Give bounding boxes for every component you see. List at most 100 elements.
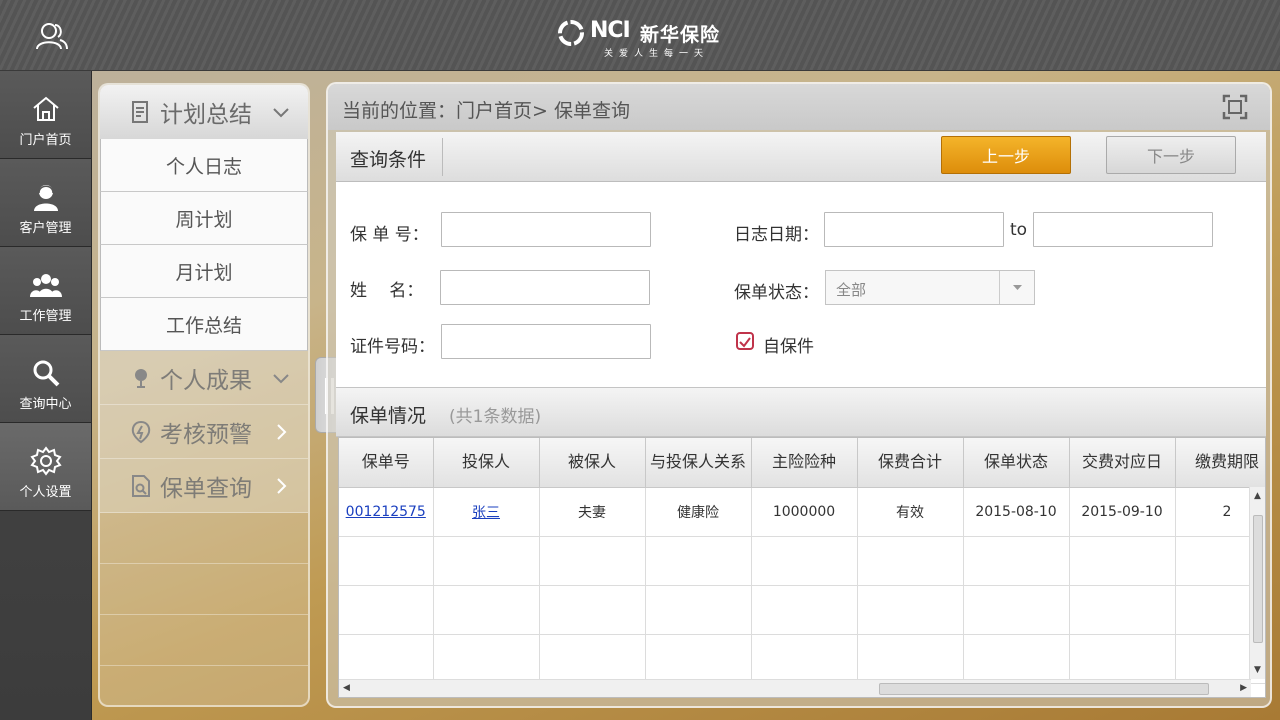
main-nav: 门户首页 客户管理 工作管理 查询中心 个人设置 <box>0 71 92 720</box>
result-table: 保单号 投保人 被保人 与投保人关系 主险险种 保费合计 保单状态 交费对应日 … <box>338 437 1266 698</box>
table-row <box>339 585 1265 635</box>
policy-no-link[interactable]: 001212575 <box>346 504 426 520</box>
result-count: (共1条数据) <box>449 407 542 427</box>
nav-item-work[interactable]: 工作管理 <box>0 247 91 335</box>
search-icon <box>33 360 60 387</box>
team-icon <box>30 274 62 297</box>
subnav-item-work-summary[interactable]: 工作总结 <box>100 298 308 351</box>
table-row[interactable]: 001212575 张三 夫妻 健康险 1000000 有效 2015-08-1… <box>339 487 1265 537</box>
subnav-section-label: 考核预警 <box>160 421 252 448</box>
nav-item-customer[interactable]: 客户管理 <box>0 159 91 247</box>
table-cell: 有效 <box>857 487 964 537</box>
result-title: 保单情况 <box>350 405 427 427</box>
column-header[interactable]: 保单号 <box>339 438 434 488</box>
trophy-icon <box>135 368 147 388</box>
name-input[interactable] <box>440 270 650 305</box>
self-policy-label: 自保件 <box>763 337 814 357</box>
subnav-empty-slot <box>100 615 308 666</box>
subnav-section-label: 个人成果 <box>160 367 252 394</box>
document-icon <box>132 101 148 123</box>
column-header[interactable]: 保费合计 <box>857 438 964 488</box>
breadcrumb: 当前的位置：门户首页> 保单查询 <box>342 100 630 122</box>
gear-icon <box>30 446 62 476</box>
next-step-button[interactable]: 下一步 <box>1106 136 1236 174</box>
horizontal-scrollbar[interactable]: ◀ ▶ <box>339 679 1251 697</box>
column-header[interactable]: 缴费期限 <box>1175 438 1265 488</box>
table-cell: 001212575 <box>339 487 434 537</box>
user-icon[interactable] <box>36 22 68 50</box>
query-title: 查询条件 <box>350 149 427 171</box>
table-cell: 1000000 <box>751 487 858 537</box>
prev-step-button[interactable]: 上一步 <box>941 136 1071 174</box>
applicant-link[interactable]: 张三 <box>472 505 500 521</box>
customer-icon <box>34 185 58 211</box>
nav-item-query[interactable]: 查询中心 <box>0 335 91 423</box>
table-row <box>339 634 1265 684</box>
status-label: 保单状态： <box>734 283 819 303</box>
top-bar: NCI 新华保险 关爱人生每一天 <box>0 0 1280 71</box>
doc-search-icon <box>132 474 150 497</box>
status-select-value: 全部 <box>836 281 867 299</box>
subnav-item-weekly-plan[interactable]: 周计划 <box>100 192 308 245</box>
table-header-row: 保单号 投保人 被保人 与投保人关系 主险险种 保费合计 保单状态 交费对应日 … <box>339 438 1265 488</box>
table-cell: 张三 <box>433 487 540 537</box>
query-header: 查询条件 上一步 下一步 <box>336 132 1266 182</box>
scroll-left-arrow[interactable]: ◀ <box>343 683 350 693</box>
fullscreen-icon[interactable] <box>1222 94 1248 120</box>
subnav-section-plan[interactable]: 计划总结 <box>100 85 308 139</box>
logo-mark: NCI <box>590 18 631 43</box>
table-cell: 健康险 <box>645 487 752 537</box>
column-header[interactable]: 交费对应日 <box>1069 438 1176 488</box>
subnav-item-monthly-plan[interactable]: 月计划 <box>100 245 308 298</box>
policy-no-label: 保 单 号： <box>350 225 429 245</box>
subnav-empty-slot <box>100 564 308 615</box>
caret-down-icon <box>1013 285 1022 290</box>
nav-label: 门户首页 <box>19 133 72 148</box>
column-header[interactable]: 主险险种 <box>751 438 858 488</box>
nav-label: 工作管理 <box>19 309 72 324</box>
log-date-start-input[interactable] <box>824 212 1004 247</box>
chevron-down-icon <box>273 108 289 118</box>
vertical-scrollbar[interactable]: ▲ ▼ <box>1249 487 1265 679</box>
subnav-section-achievement[interactable]: 个人成果 <box>100 351 308 405</box>
status-select[interactable]: 全部 <box>825 270 1035 305</box>
policy-no-input[interactable] <box>441 212 651 247</box>
scroll-thumb[interactable] <box>879 683 1209 695</box>
nav-item-home[interactable]: 门户首页 <box>0 71 91 159</box>
column-header[interactable]: 投保人 <box>433 438 540 488</box>
self-policy-checkbox[interactable] <box>736 332 754 350</box>
logo-ring-icon <box>558 20 584 46</box>
nav-label: 个人设置 <box>19 485 72 500</box>
logo-slogan: 关爱人生每一天 <box>604 49 710 59</box>
home-icon <box>33 96 59 121</box>
table-cell: 2015-08-10 <box>963 487 1070 537</box>
logo-name: 新华保险 <box>640 24 721 46</box>
column-header[interactable]: 被保人 <box>539 438 646 488</box>
subnav-section-policy-query[interactable]: 保单查询 <box>100 459 308 513</box>
subnav-empty-slot <box>100 513 308 564</box>
brand-logo: NCI 新华保险 关爱人生每一天 <box>554 14 734 60</box>
table-cell: 2015-09-10 <box>1069 487 1176 537</box>
nav-item-settings[interactable]: 个人设置 <box>0 423 91 511</box>
scroll-right-arrow[interactable]: ▶ <box>1240 683 1247 693</box>
breadcrumb-bar: 当前的位置：门户首页> 保单查询 <box>328 84 1270 130</box>
log-date-label: 日志日期： <box>734 225 819 245</box>
divider <box>442 138 443 176</box>
result-header: 保单情况 (共1条数据) <box>336 387 1266 437</box>
subnav-section-warning[interactable]: 考核预警 <box>100 405 308 459</box>
scroll-thumb[interactable] <box>1253 515 1263 643</box>
log-date-end-input[interactable] <box>1033 212 1213 247</box>
query-form: 保 单 号： 姓 名： 证件号码： 日志日期： to 保单状态： 全部 自保件 <box>336 182 1266 387</box>
column-header[interactable]: 与投保人关系 <box>645 438 752 488</box>
scroll-down-arrow[interactable]: ▼ <box>1254 665 1261 675</box>
column-header[interactable]: 保单状态 <box>963 438 1070 488</box>
id-no-input[interactable] <box>441 324 651 359</box>
table-cell: 夫妻 <box>539 487 646 537</box>
dropdown-arrow <box>999 271 1034 304</box>
scroll-up-arrow[interactable]: ▲ <box>1254 491 1261 501</box>
check-icon <box>739 337 751 348</box>
subnav-section-label: 保单查询 <box>160 475 252 502</box>
sub-nav-panel: 计划总结 个人日志 周计划 月计划 工作总结 个人成果 考核预警 保单查询 <box>98 83 310 707</box>
subnav-item-daily-log[interactable]: 个人日志 <box>100 139 308 192</box>
chevron-down-icon <box>273 374 289 384</box>
